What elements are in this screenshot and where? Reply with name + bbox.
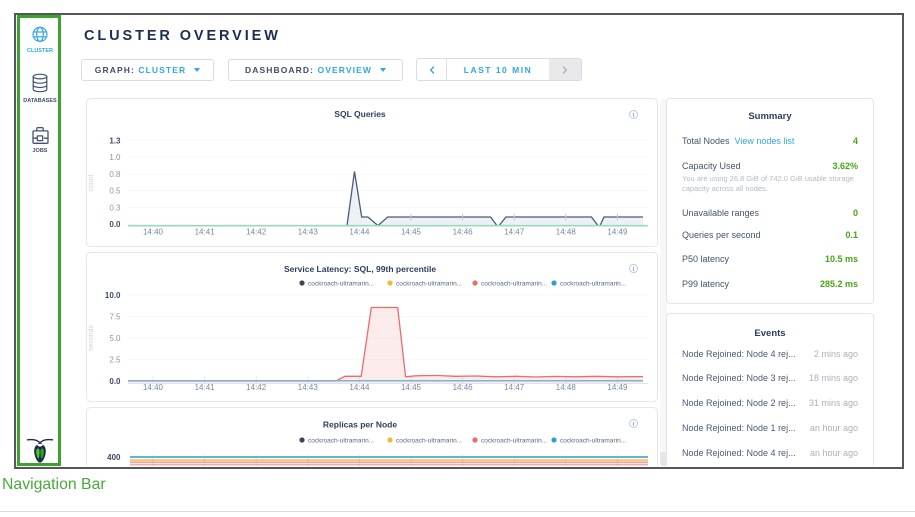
svg-text:1.3: 1.3 xyxy=(109,136,121,145)
svg-text:cockroach-ultramarin...: cockroach-ultramarin... xyxy=(396,281,462,288)
svg-text:0.3: 0.3 xyxy=(109,204,121,213)
svg-text:14:40: 14:40 xyxy=(143,383,164,392)
svg-text:14:46: 14:46 xyxy=(453,383,474,392)
svg-text:1.0: 1.0 xyxy=(109,153,121,162)
svg-text:14:45: 14:45 xyxy=(401,383,422,392)
svg-text:14:47: 14:47 xyxy=(504,228,525,237)
svg-text:14:48: 14:48 xyxy=(556,228,577,237)
svg-text:Replicas per Node: Replicas per Node xyxy=(323,420,397,430)
svg-text:14:47: 14:47 xyxy=(504,383,525,392)
svg-text:400: 400 xyxy=(107,453,121,462)
svg-text:14:44: 14:44 xyxy=(349,228,370,237)
svg-text:Service Latency: SQL, 99th per: Service Latency: SQL, 99th percentile xyxy=(284,264,436,274)
svg-text:cockroach-ultramarin...: cockroach-ultramarin... xyxy=(308,438,374,445)
svg-text:14:42: 14:42 xyxy=(246,228,267,237)
svg-text:14:45: 14:45 xyxy=(401,228,422,237)
svg-text:2.5: 2.5 xyxy=(109,356,121,365)
svg-text:7.5: 7.5 xyxy=(109,313,121,322)
svg-text:14:43: 14:43 xyxy=(298,228,319,237)
svg-text:14:49: 14:49 xyxy=(607,383,628,392)
svg-text:14:44: 14:44 xyxy=(349,383,370,392)
svg-text:14:40: 14:40 xyxy=(143,228,164,237)
svg-text:cockroach-ultramarin...: cockroach-ultramarin... xyxy=(560,281,626,288)
svg-text:5.0: 5.0 xyxy=(109,334,121,343)
svg-text:cockroach-ultramarin...: cockroach-ultramarin... xyxy=(396,438,462,445)
svg-text:0.0: 0.0 xyxy=(109,377,121,386)
svg-text:14:42: 14:42 xyxy=(246,383,267,392)
svg-text:14:41: 14:41 xyxy=(195,228,216,237)
svg-text:14:46: 14:46 xyxy=(453,228,474,237)
svg-text:0.0: 0.0 xyxy=(109,220,121,229)
svg-text:cockroach-ultramarin...: cockroach-ultramarin... xyxy=(308,281,374,288)
svg-text:0.5: 0.5 xyxy=(109,187,121,196)
svg-text:cockroach-ultramarin...: cockroach-ultramarin... xyxy=(481,281,547,288)
svg-text:cockroach-ultramarin...: cockroach-ultramarin... xyxy=(481,438,547,445)
svg-text:0.8: 0.8 xyxy=(109,170,121,179)
svg-text:SQL Queries: SQL Queries xyxy=(334,109,386,119)
svg-text:10.0: 10.0 xyxy=(105,291,121,300)
svg-text:cockroach-ultramarin...: cockroach-ultramarin... xyxy=(560,438,626,445)
svg-text:14:43: 14:43 xyxy=(298,383,319,392)
svg-text:14:48: 14:48 xyxy=(556,383,577,392)
svg-text:seconds: seconds xyxy=(88,324,95,351)
svg-text:14:49: 14:49 xyxy=(607,228,628,237)
svg-text:14:41: 14:41 xyxy=(195,383,216,392)
svg-text:count: count xyxy=(88,174,95,191)
